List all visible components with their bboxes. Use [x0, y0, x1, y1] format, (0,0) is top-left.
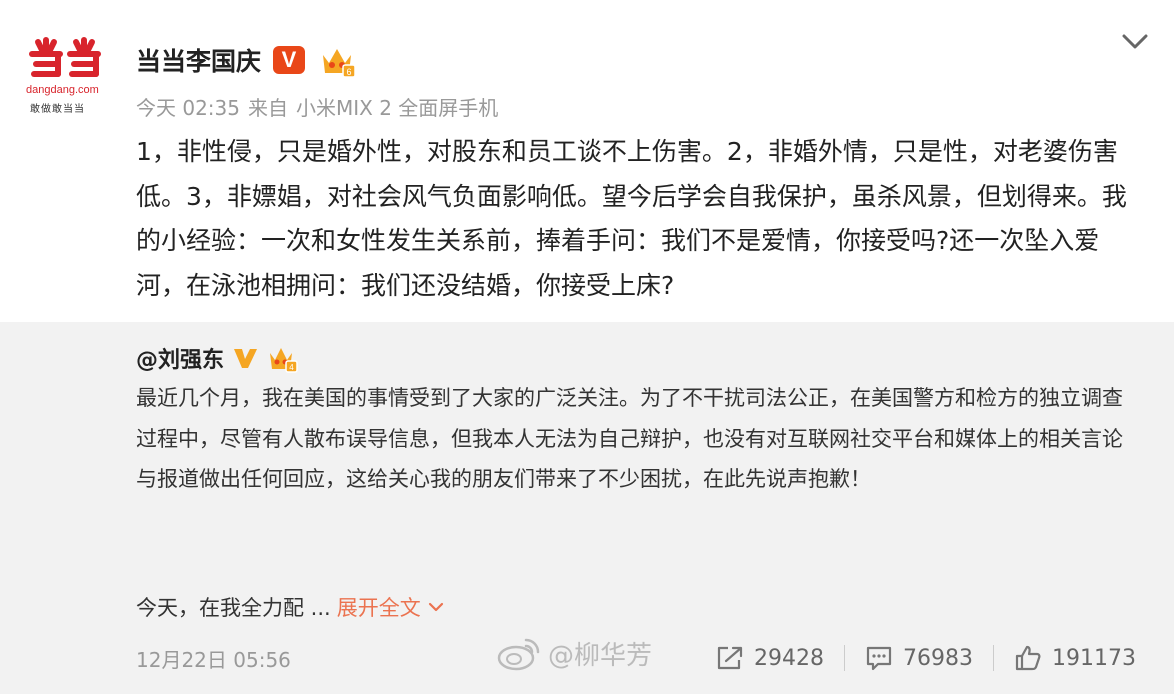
- verified-badge-icon: V: [273, 46, 306, 74]
- post-device[interactable]: 小米MIX 2 全面屏手机: [296, 92, 498, 121]
- expand-label: 展开全文: [336, 596, 421, 620]
- avatar-slogan: 敢做敢当当: [30, 104, 85, 115]
- verified-v-icon: [234, 349, 258, 368]
- watermark: @柳华芳: [496, 634, 652, 672]
- reposted-card: @刘强东 4 最近几个月，我在美国的事情受到了大家的广泛关注。为了不干扰司法公正…: [0, 322, 1174, 694]
- weibo-post: dangdang.com 敢做敢当当 当当李国庆 V 6 今天 02:35 来自…: [0, 0, 1174, 322]
- repost-button[interactable]: 29428: [716, 645, 824, 671]
- repost-author: @刘强东 4: [136, 340, 298, 376]
- like-button[interactable]: 191173: [1014, 645, 1136, 671]
- post-meta: 今天 02:35 来自 小米MIX 2 全面屏手机: [136, 92, 498, 121]
- dangdang-logo: [29, 37, 101, 77]
- comment-button[interactable]: 76983: [865, 645, 973, 671]
- comment-icon: [866, 646, 892, 671]
- repost-footer: 12月22日 05:56 @柳华芳 29428 76983 191173: [136, 638, 1146, 676]
- crown-icon: 4: [270, 348, 298, 373]
- repost-truncated-text: 今天，在我全力配 ...: [136, 596, 331, 620]
- repost-date[interactable]: 12月22日 05:56: [136, 644, 291, 673]
- thumbs-up-icon: [1015, 645, 1041, 671]
- repost-author-name[interactable]: @刘强东: [136, 342, 224, 374]
- post-text: 1，非性侵，只是婚外性，对股东和员工谈不上伤害。2，非婚外情，只是性，对老婆伤害…: [136, 137, 1127, 300]
- crown-icon: 6: [323, 49, 356, 78]
- post-author: 当当李国庆 V 6: [136, 40, 357, 80]
- avatar[interactable]: dangdang.com 敢做敢当当: [24, 36, 114, 118]
- post-from-label: 来自: [248, 96, 288, 120]
- watermark-text: @柳华芳: [548, 640, 653, 671]
- author-name[interactable]: 当当李国庆: [136, 42, 261, 78]
- share-icon: [717, 646, 743, 670]
- repost-count: 29428: [754, 645, 825, 671]
- svg-text:6: 6: [347, 67, 352, 77]
- chevron-down-icon[interactable]: [1120, 30, 1150, 54]
- like-count: 191173: [1052, 645, 1136, 671]
- post-time[interactable]: 今天 02:35: [136, 92, 240, 121]
- weibo-logo-icon: [497, 638, 540, 671]
- comment-count: 76983: [903, 645, 974, 671]
- svg-text:4: 4: [289, 363, 294, 372]
- repost-text: 最近几个月，我在美国的事情受到了大家的广泛关注。为了不干扰司法公正，在美国警方和…: [136, 386, 1123, 491]
- divider: [993, 645, 995, 671]
- expand-full-text-link[interactable]: 展开全文: [337, 592, 445, 622]
- repost-more: 今天，在我全力配 ... 展开全文: [136, 592, 445, 622]
- chevron-down-icon: [428, 602, 443, 612]
- avatar-site: dangdang.com: [26, 84, 99, 96]
- divider: [844, 645, 846, 671]
- action-bar: 29428 76983 191173: [716, 640, 1136, 676]
